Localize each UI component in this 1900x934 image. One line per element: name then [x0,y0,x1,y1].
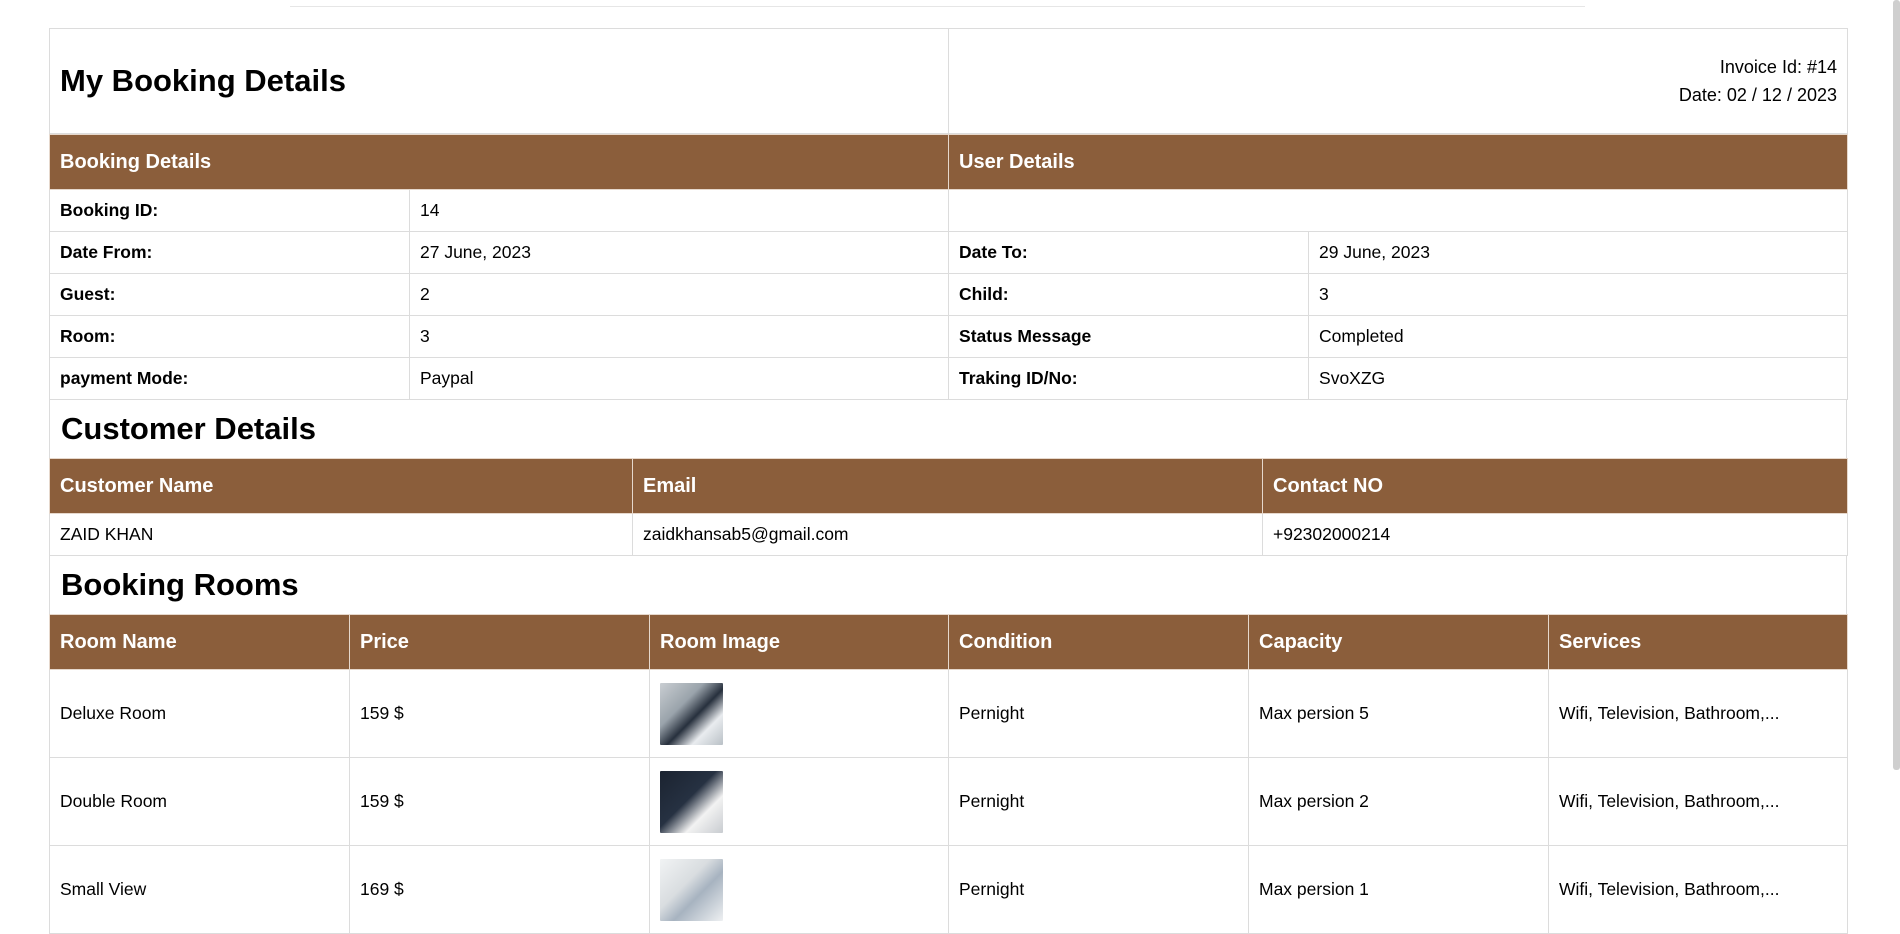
booking-rooms-title: Booking Rooms [49,556,1847,614]
invoice-date: Date: 02 / 12 / 2023 [1678,85,1837,105]
customer-table: Customer Name Email Contact NO ZAID KHAN… [49,458,1848,556]
user-details-heading: User Details [948,134,1849,190]
room-image-cell [649,669,949,758]
room-image [660,770,723,833]
email-header: Email [632,458,1263,514]
room-name: Double Room [49,757,350,846]
room-image-header: Room Image [649,614,949,670]
customer-email: zaidkhansab5@gmail.com [632,513,1263,556]
scrollbar-thumb[interactable] [1893,0,1900,770]
table-row: ZAID KHAN zaidkhansab5@gmail.com +923020… [49,513,1848,556]
room-label: Room: [49,315,410,358]
date-from-value: 27 June, 2023 [408,231,950,274]
room-name: Deluxe Room [49,669,350,758]
room-value: 3 [408,315,950,358]
booking-invoice: My Booking Details Invoice Id: #14 Date:… [48,28,1849,934]
room-price: 159 $ [349,669,650,758]
room-price: 169 $ [349,845,650,934]
room-price: 159 $ [349,757,650,846]
capacity-header: Capacity [1248,614,1549,670]
payment-mode-value: Paypal [408,357,950,400]
customer-contact: +92302000214 [1262,513,1848,556]
booking-id-label: Booking ID: [49,189,410,232]
room-name-header: Room Name [49,614,350,670]
price-header: Price [349,614,650,670]
top-divider [290,6,1585,7]
date-to-label: Date To: [948,231,1310,274]
tracking-id-value: SvoXZG [1308,357,1849,400]
customer-details-title: Customer Details [49,400,1847,458]
date-from-label: Date From: [49,231,410,274]
table-row: Small View 169 $ Pernight Max persion 1 … [49,845,1848,934]
tracking-id-label: Traking ID/No: [948,357,1310,400]
status-label: Status Message [948,315,1310,358]
condition-header: Condition [948,614,1249,670]
room-image [660,682,723,745]
room-capacity: Max persion 2 [1248,757,1549,846]
rooms-table: Room Name Price Room Image Condition Cap… [49,614,1848,934]
room-condition: Pernight [948,845,1249,934]
customer-name-header: Customer Name [49,458,633,514]
customer-name: ZAID KHAN [49,513,633,556]
room-name: Small View [49,845,350,934]
booking-id-value: 14 [408,189,950,232]
page-title: My Booking Details [49,28,949,134]
table-row: Deluxe Room 159 $ Pernight Max persion 5… [49,669,1848,758]
payment-mode-label: payment Mode: [49,357,410,400]
child-value: 3 [1308,273,1849,316]
room-image-cell [649,845,949,934]
room-services: Wifi, Television, Bathroom,... [1548,757,1848,846]
invoice-header: My Booking Details Invoice Id: #14 Date:… [49,28,1848,134]
services-header: Services [1548,614,1848,670]
guest-value: 2 [408,273,950,316]
booking-details-table: Booking Details User Details Booking ID:… [48,134,1849,400]
invoice-meta: Invoice Id: #14 Date: 02 / 12 / 2023 [948,28,1848,134]
status-value: Completed [1308,315,1849,358]
invoice-id: Invoice Id: #14 [1719,57,1837,77]
room-image-cell [649,757,949,846]
date-to-value: 29 June, 2023 [1308,231,1849,274]
table-row: Double Room 159 $ Pernight Max persion 2… [49,757,1848,846]
room-condition: Pernight [948,669,1249,758]
booking-details-heading: Booking Details [48,134,950,190]
room-services: Wifi, Television, Bathroom,... [1548,845,1848,934]
room-capacity: Max persion 5 [1248,669,1549,758]
room-capacity: Max persion 1 [1248,845,1549,934]
guest-label: Guest: [49,273,410,316]
child-label: Child: [948,273,1310,316]
empty-cell [948,189,1849,232]
room-services: Wifi, Television, Bathroom,... [1548,669,1848,758]
room-condition: Pernight [948,757,1249,846]
room-image [660,858,723,921]
contact-header: Contact NO [1262,458,1848,514]
